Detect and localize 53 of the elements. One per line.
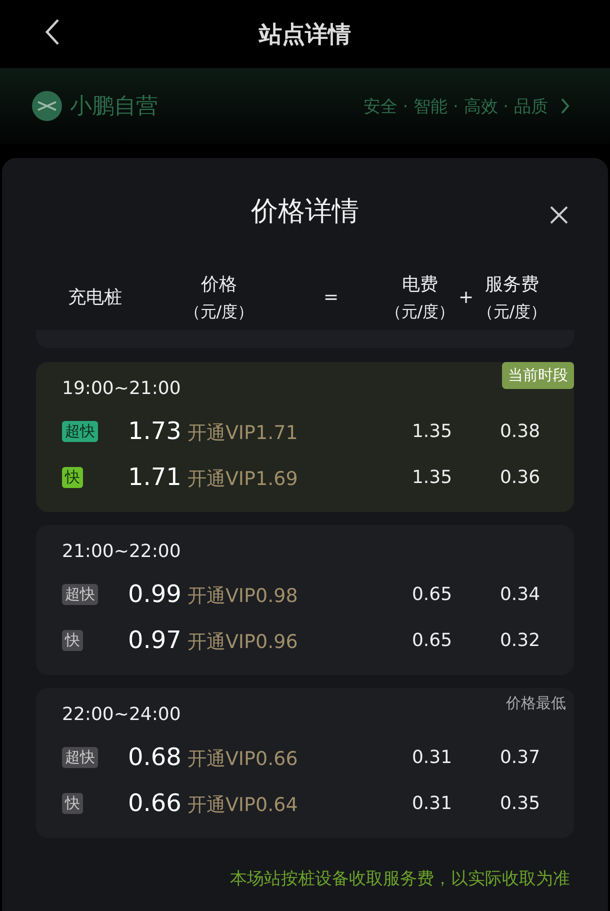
vip-price: 开通VIP0.98 [187,584,298,608]
price: 1.71 [128,462,182,490]
service-fee: 0.36 [500,466,540,488]
column-header: 充电桩 [68,286,122,309]
column-unit: （元/度） [184,302,254,322]
vip-price: 开通VIP1.69 [187,466,298,492]
superfast-badge: 超快 [62,746,98,768]
price: 0.66 [128,788,182,816]
sheet-title: 价格详情 [251,195,359,229]
brand-name: 小鹏自营 [70,93,158,121]
electricity-fee: 1.35 [412,466,452,488]
back-icon[interactable] [44,18,60,46]
operator: + [458,286,474,308]
chevron-right-icon[interactable] [560,97,570,115]
lowest-price-tag: 价格最低 [506,694,566,713]
electricity-fee: 0.31 [412,746,452,768]
vip-price: 开通VIP0.96 [187,630,298,654]
service-fee: 0.34 [500,584,540,604]
fast-badge: 快 [62,792,83,814]
service-fee: 0.37 [500,746,540,768]
time-range: 22:00~24:00 [62,704,182,727]
operator: = [323,286,339,308]
close-icon[interactable] [550,206,568,224]
electricity-fee: 1.35 [412,420,452,442]
column-unit: （元/度） [385,302,455,322]
note: 本场站按桩设备收取服务费，以实际收取为准 [229,868,570,890]
time-range: 19:00~21:00 [62,378,182,401]
page-title: 站点详情 [259,20,351,50]
vip-price: 开通VIP0.66 [187,746,298,772]
price: 0.99 [128,580,182,608]
column-header: 服务费 [485,272,539,296]
service-fee: 0.38 [500,420,540,442]
current-period-tag: 当前时段 [502,362,574,389]
column-unit: （元/度） [477,302,547,322]
electricity-fee: 0.31 [412,792,452,814]
column-header: 价格 [201,272,237,296]
time-range: 21:00~22:00 [62,541,182,564]
logo-icon [32,91,62,121]
price: 0.68 [128,742,182,770]
vip-price: 开通VIP0.64 [187,792,298,818]
column-header: 电费 [402,272,438,296]
electricity-fee: 0.65 [412,584,452,604]
service-fee: 0.35 [500,792,540,814]
fast-badge: 快 [62,466,83,488]
electricity-fee: 0.65 [412,630,452,650]
fast-badge: 快 [62,630,83,650]
superfast-badge: 超快 [62,420,98,442]
price: 0.97 [128,626,182,654]
superfast-badge: 超快 [62,584,98,604]
vip-price: 开通VIP1.71 [187,420,298,446]
service-fee: 0.32 [500,630,540,650]
price: 1.73 [128,416,182,444]
slogan: 安全 · 智能 · 高效 · 品质 [363,96,548,118]
